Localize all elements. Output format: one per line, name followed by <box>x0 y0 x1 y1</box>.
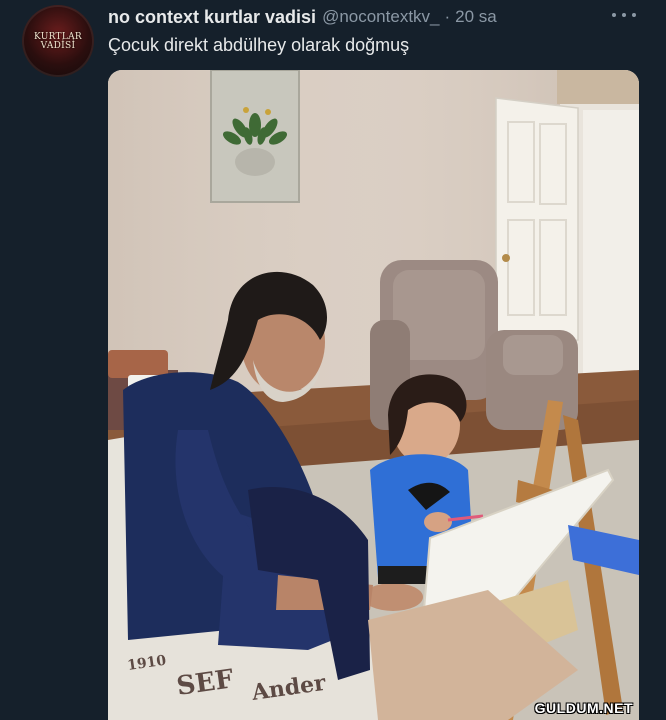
tweet-text: Çocuk direkt abdülhey olarak doğmuş <box>108 35 410 55</box>
watermark: GULDUM.NET <box>534 700 633 716</box>
avatar-logo: KURTLAR VADİSİ <box>34 32 82 51</box>
photo-illustration: SEF Ander 1910 <box>108 70 639 720</box>
tweet-header: no context kurtlar vadisi @nocontextkv_ … <box>108 6 497 28</box>
separator-dot: · <box>444 7 451 26</box>
timestamp[interactable]: 20 sa <box>455 7 497 27</box>
more-horizontal-icon[interactable] <box>612 5 636 25</box>
user-handle[interactable]: @nocontextkv_ <box>322 7 439 27</box>
tweet-photo[interactable]: SEF Ander 1910 GULDUM.NET <box>108 70 639 720</box>
avatar[interactable]: KURTLAR VADİSİ <box>22 5 94 77</box>
display-name[interactable]: no context kurtlar vadisi <box>108 7 316 28</box>
tweet[interactable]: KURTLAR VADİSİ no context kurtlar vadisi… <box>0 0 666 720</box>
